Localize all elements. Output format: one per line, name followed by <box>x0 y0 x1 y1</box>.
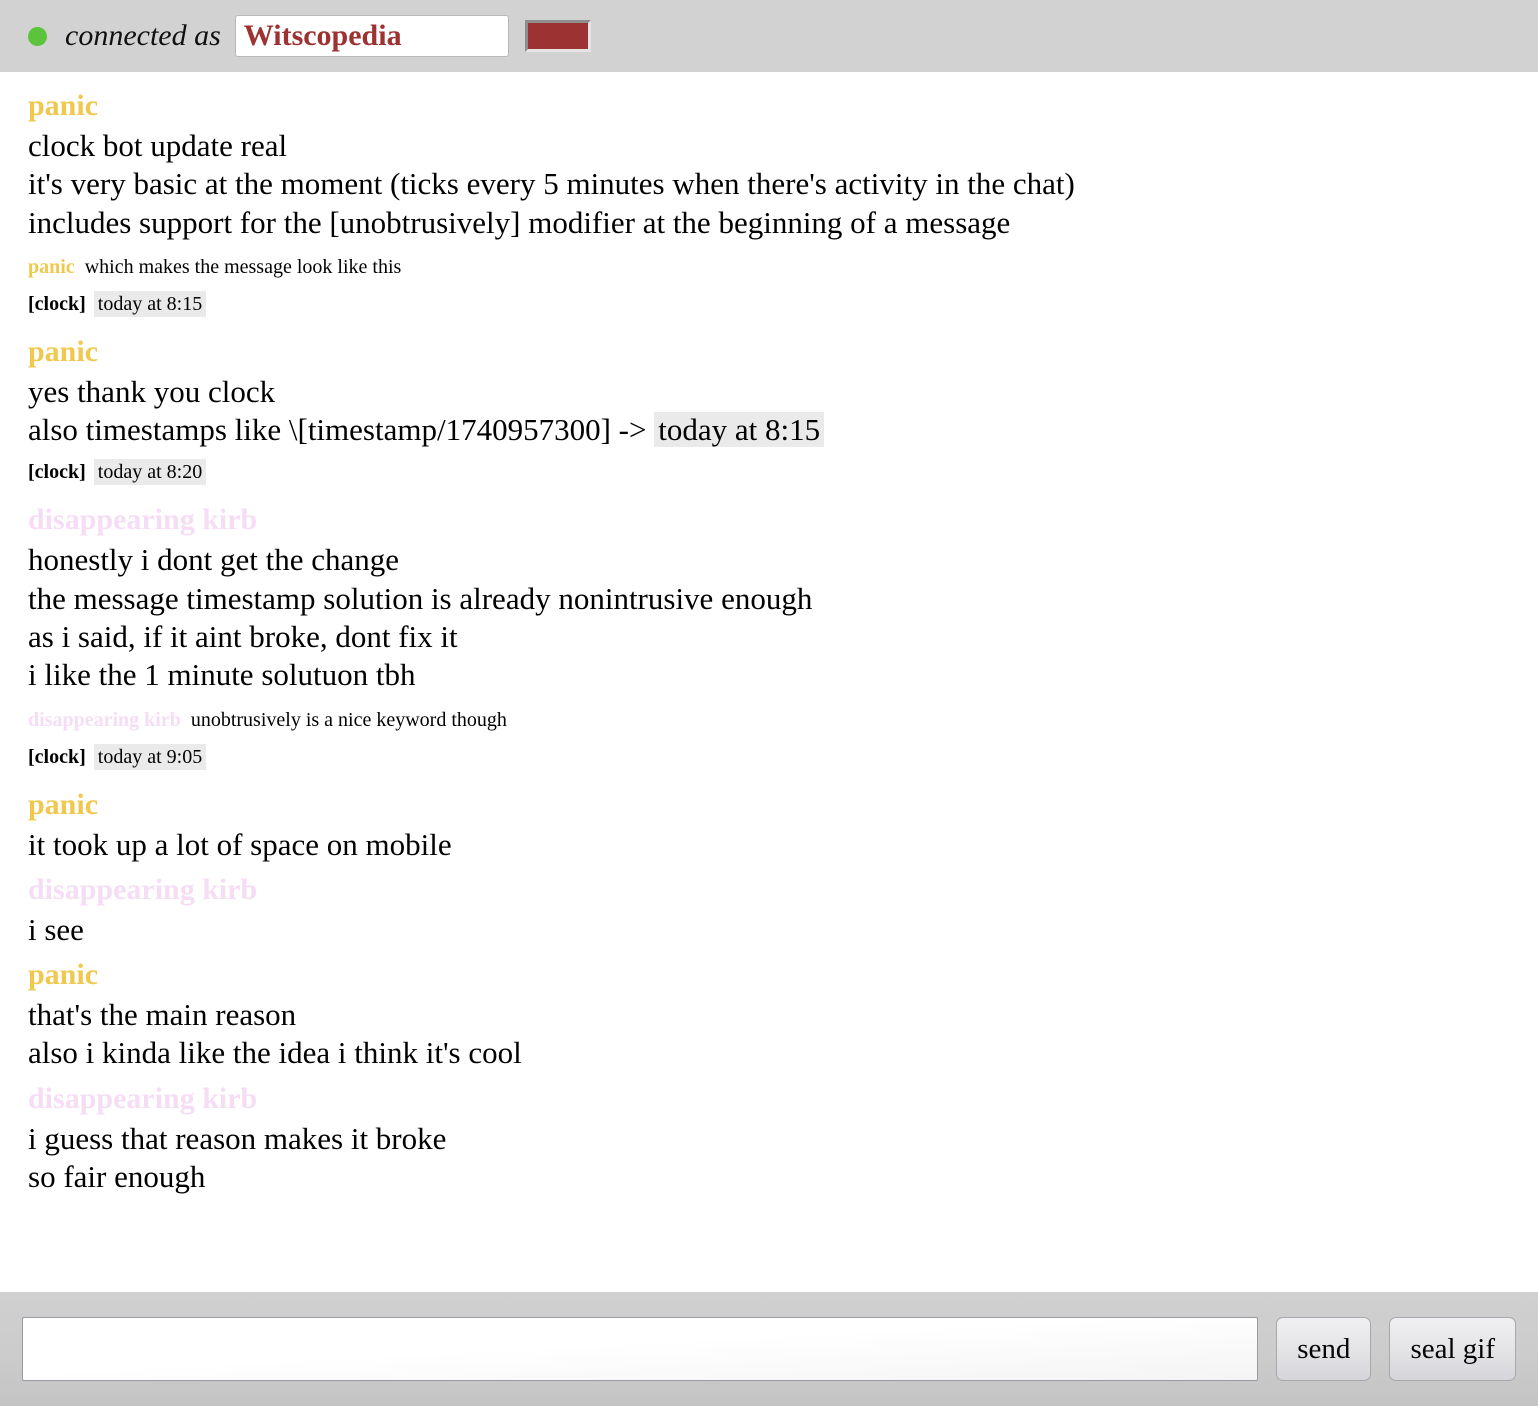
compact-message: disappearing kirb unobtrusively is a nice… <box>28 706 1510 734</box>
message-line: yes thank you clock <box>28 373 276 409</box>
message-author[interactable]: panic <box>28 332 1510 371</box>
clock-tick: [clock] today at 8:15 <box>28 290 1510 318</box>
status-bar: connected as Witscopedia <box>0 0 1538 72</box>
message-author[interactable]: disappearing kirb <box>28 1079 1510 1118</box>
message-group: panic yes thank you clock also timestamps … <box>28 332 1510 450</box>
message-line: i like the 1 minute solutuon tbh <box>28 657 416 693</box>
connection-status-dot <box>28 26 47 46</box>
message-group: panic that's the main reason also i kinda … <box>28 955 1510 1073</box>
message-line: it's very basic at the moment (ticks eve… <box>28 166 1075 202</box>
clock-tag: [clock] <box>28 745 86 768</box>
message-line: as i said, if it aint broke, dont fix it <box>28 618 458 654</box>
message-line: includes support for the [unobtrusively]… <box>28 204 1011 240</box>
message-line: it took up a lot of space on mobile <box>28 826 452 862</box>
message-group: disappearing kirb honestly i dont get the… <box>28 500 1510 694</box>
compact-message-text: unobtrusively is a nice keyword though <box>190 708 507 731</box>
clock-timestamp: today at 8:15 <box>93 290 207 317</box>
message-line: honestly i dont get the change <box>28 542 400 578</box>
message-line: i guess that reason makes it broke <box>28 1120 447 1156</box>
clock-tick: [clock] today at 8:20 <box>28 458 1510 486</box>
message-author[interactable]: panic <box>28 785 1510 824</box>
timestamp-chip: today at 8:15 <box>654 412 825 448</box>
message-author[interactable]: panic <box>28 955 1510 994</box>
message-author[interactable]: disappearing kirb <box>28 500 1510 539</box>
message-author[interactable]: disappearing kirb <box>28 870 1510 909</box>
message-line: i see <box>28 911 84 947</box>
message-line: also i kinda like the idea i think it's … <box>28 1035 522 1071</box>
clock-tag: [clock] <box>28 292 86 315</box>
clock-timestamp: today at 8:20 <box>93 459 207 486</box>
nickname-input[interactable]: Witscopedia <box>234 15 509 57</box>
compact-message-author[interactable]: disappearing kirb <box>28 709 181 731</box>
message-group: panic clock bot update real it's very basi… <box>28 86 1510 242</box>
connection-status-label: connected as <box>65 19 221 52</box>
timestamp-raw-text: also timestamps like \[timestamp/1740957… <box>28 412 655 448</box>
user-color-swatch-button[interactable] <box>524 20 591 52</box>
compact-message: panic which makes the message look like t… <box>28 253 1510 281</box>
clock-timestamp: today at 9:05 <box>93 743 207 770</box>
nickname-value: Witscopedia <box>243 19 402 52</box>
message-group: panic it took up a lot of space on mobile <box>28 785 1510 864</box>
message-group: disappearing kirb i guess that reason mak… <box>28 1079 1510 1197</box>
compact-message-author[interactable]: panic <box>28 256 75 278</box>
message-group: disappearing kirb i see <box>28 870 1510 949</box>
composer-bar: send seal gif <box>0 1292 1538 1406</box>
message-line: that's the main reason <box>28 997 297 1033</box>
clock-tick: [clock] today at 9:05 <box>28 743 1510 771</box>
message-log[interactable]: panic clock bot update real it's very basi… <box>0 72 1538 1292</box>
message-line: the message timestamp solution is alread… <box>28 580 813 616</box>
seal-gif-button[interactable]: seal gif <box>1389 1317 1516 1381</box>
message-input[interactable] <box>22 1317 1259 1381</box>
message-author[interactable]: panic <box>28 86 1510 125</box>
message-line-with-timestamp: also timestamps like \[timestamp/1740957… <box>28 411 1510 449</box>
compact-message-text: which makes the message look like this <box>84 255 402 278</box>
send-button[interactable]: send <box>1276 1317 1372 1381</box>
message-line: so fair enough <box>28 1158 206 1194</box>
message-line: clock bot update real <box>28 128 288 163</box>
clock-tag: [clock] <box>28 461 86 484</box>
